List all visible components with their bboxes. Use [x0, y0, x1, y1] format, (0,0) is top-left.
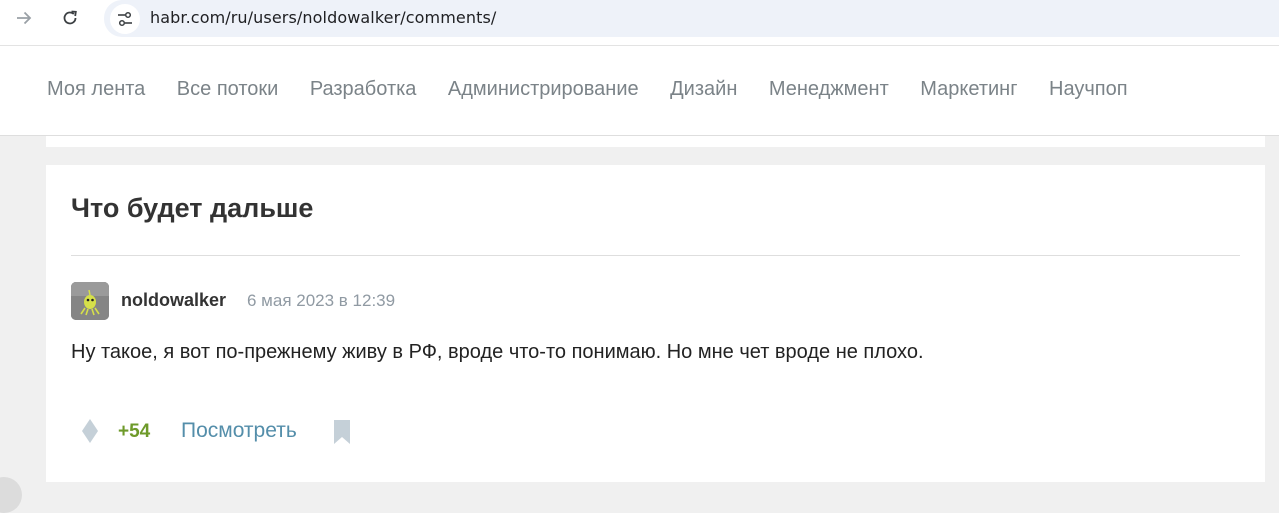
- site-info-button[interactable]: [110, 4, 140, 34]
- avatar[interactable]: [71, 282, 109, 320]
- divider: [71, 255, 1240, 256]
- floating-button-edge[interactable]: [0, 477, 22, 513]
- forward-icon: [17, 11, 32, 25]
- view-comment-link[interactable]: Посмотреть: [181, 419, 297, 443]
- comment-text: Ну такое, я вот по-прежнему живу в РФ, в…: [71, 341, 924, 363]
- comment-card: Что будет дальше noldowalker 6 мая 2023 …: [46, 165, 1265, 482]
- flow-link-design[interactable]: Дизайн: [670, 78, 737, 101]
- flow-link-all[interactable]: Все потоки: [177, 78, 279, 101]
- flow-link-management[interactable]: Менеджмент: [769, 78, 889, 101]
- flow-link-admin[interactable]: Администрирование: [448, 78, 639, 101]
- reload-icon: [63, 10, 77, 25]
- url-text[interactable]: habr.com/ru/users/noldowalker/comments/: [150, 8, 496, 27]
- flow-link-develop[interactable]: Разработка: [310, 78, 417, 101]
- flows-nav: Моя лента Все потоки Разработка Админист…: [47, 78, 1159, 101]
- bookmark-icon: [334, 420, 350, 444]
- flow-link-my-feed[interactable]: Моя лента: [47, 78, 145, 101]
- forward-button[interactable]: [6, 5, 42, 31]
- site-info-icon: [118, 11, 132, 27]
- rating-diamond-icon: [82, 419, 98, 443]
- comment-date[interactable]: 6 мая 2023 в 12:39: [247, 291, 395, 311]
- article-title[interactable]: Что будет дальше: [71, 193, 313, 224]
- reload-button[interactable]: [52, 5, 88, 31]
- avatar-image: [71, 282, 109, 320]
- comment-score: +54: [118, 421, 151, 442]
- address-bar[interactable]: habr.com/ru/users/noldowalker/comments/: [104, 0, 1279, 37]
- site-header: Моя лента Все потоки Разработка Админист…: [0, 46, 1279, 136]
- previous-card-edge: [46, 136, 1265, 147]
- flow-link-popsci[interactable]: Научпоп: [1049, 78, 1128, 101]
- author-link[interactable]: noldowalker: [121, 290, 226, 311]
- vote-button[interactable]: [80, 418, 100, 444]
- bookmark-button[interactable]: [333, 419, 351, 445]
- browser-toolbar: habr.com/ru/users/noldowalker/comments/: [0, 0, 1279, 46]
- flow-link-marketing[interactable]: Маркетинг: [920, 78, 1017, 101]
